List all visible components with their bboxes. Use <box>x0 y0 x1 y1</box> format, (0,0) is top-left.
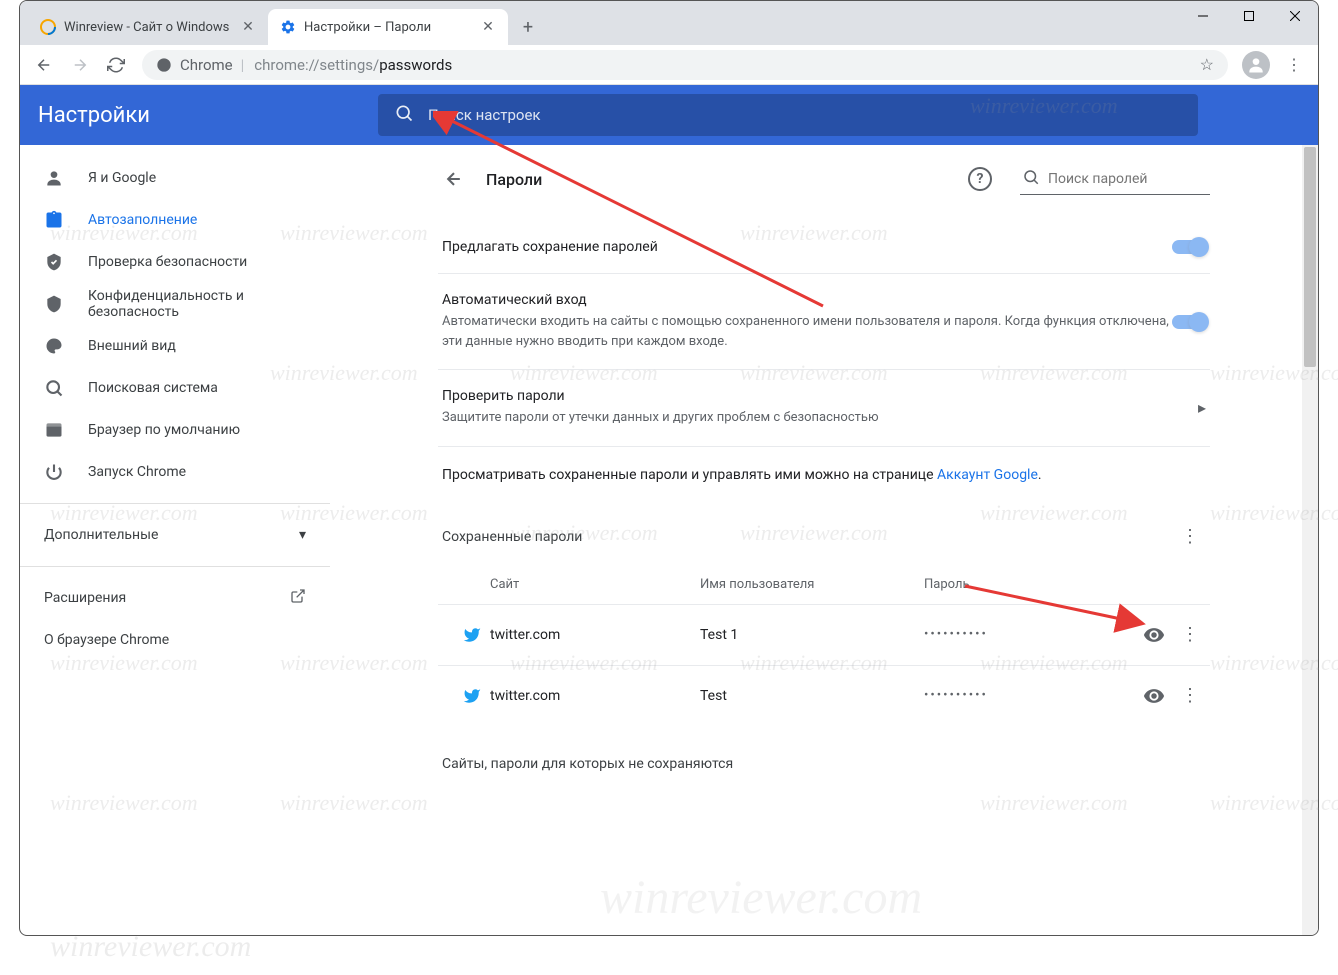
saved-passwords-title: Сохраненные пароли <box>442 529 1174 545</box>
back-button[interactable] <box>438 163 470 195</box>
toggle-offer-save[interactable] <box>1172 240 1206 254</box>
show-password-button[interactable] <box>1134 624 1174 646</box>
chevron-down-icon: ▾ <box>299 527 306 543</box>
manage-info: Просматривать сохраненные пароли и управ… <box>438 447 1210 503</box>
nav-forward[interactable] <box>64 49 96 81</box>
section-title: Пароли <box>486 170 952 189</box>
shield-check-icon <box>44 252 64 272</box>
tab-title: Winreview - Сайт о Windows <box>64 20 232 35</box>
sidebar-item-label: Проверка безопасности <box>88 254 247 270</box>
chevron-right-icon: ▸ <box>1182 398 1206 417</box>
sidebar-item-default-browser[interactable]: Браузер по умолчанию <box>20 409 330 451</box>
password-table-header: Сайт Имя пользователя Пароль <box>438 565 1210 604</box>
scrollbar[interactable] <box>1302 145 1318 935</box>
favicon-settings <box>280 19 296 35</box>
sidebar-item-privacy[interactable]: Конфиденциальность и безопасность <box>20 283 330 325</box>
new-tab-button[interactable]: + <box>514 13 542 41</box>
window-close[interactable] <box>1272 1 1318 31</box>
sidebar: Я и Google Автозаполнение Проверка безоп… <box>20 145 330 935</box>
open-external-icon <box>290 588 306 608</box>
tab-title: Настройки – Пароли <box>304 20 472 35</box>
sidebar-about[interactable]: О браузере Chrome <box>20 619 330 661</box>
google-account-link[interactable]: Аккаунт Google <box>937 467 1038 483</box>
chrome-icon <box>156 57 172 73</box>
page-title: Настройки <box>38 103 358 128</box>
site-icon <box>454 626 490 644</box>
nav-back[interactable] <box>28 49 60 81</box>
sidebar-item-startup[interactable]: Запуск Chrome <box>20 451 330 493</box>
close-icon[interactable]: ✕ <box>480 19 496 35</box>
menu-button[interactable]: ⋮ <box>1278 49 1310 81</box>
profile-avatar[interactable] <box>1242 51 1270 79</box>
show-password-button[interactable] <box>1134 685 1174 707</box>
saved-passwords-menu[interactable]: ⋮ <box>1174 521 1206 553</box>
shield-icon <box>44 294 64 314</box>
password-search[interactable] <box>1020 164 1210 195</box>
toggle-auto-signin[interactable] <box>1172 315 1206 329</box>
never-save-title: Сайты, пароли для которых не сохраняются <box>438 726 1210 790</box>
password-search-input[interactable] <box>1048 171 1226 187</box>
titlebar: Winreview - Сайт о Windows ✕ Настройки –… <box>20 1 1318 45</box>
sidebar-item-autofill[interactable]: Автозаполнение <box>20 199 330 241</box>
password-row-menu[interactable]: ⋮ <box>1174 680 1206 712</box>
help-button[interactable]: ? <box>968 167 992 191</box>
password-row[interactable]: twitter.com Test 1 •••••••••• ⋮ <box>438 604 1210 665</box>
site-icon <box>454 687 490 705</box>
tab-settings[interactable]: Настройки – Пароли ✕ <box>268 9 508 45</box>
url-text: chrome://settings/passwords <box>254 56 452 74</box>
sidebar-item-label: Браузер по умолчанию <box>88 422 240 438</box>
sidebar-item-label: Я и Google <box>88 170 156 186</box>
nav-reload[interactable] <box>100 49 132 81</box>
tab-winreview[interactable]: Winreview - Сайт о Windows ✕ <box>28 9 268 45</box>
sidebar-item-label: Запуск Chrome <box>88 464 186 480</box>
omnibox[interactable]: Chrome | chrome://settings/passwords ☆ <box>142 50 1228 80</box>
setting-check-passwords[interactable]: Проверить пароли Защитите пароли от утеч… <box>438 370 1210 447</box>
search-icon <box>394 103 414 127</box>
window-maximize[interactable] <box>1226 1 1272 31</box>
window-minimize[interactable] <box>1180 1 1226 31</box>
password-row[interactable]: twitter.com Test •••••••••• ⋮ <box>438 665 1210 726</box>
palette-icon <box>44 336 64 356</box>
search-icon <box>1022 168 1040 190</box>
settings-search[interactable] <box>378 94 1198 136</box>
url-origin: Chrome <box>180 56 233 74</box>
favicon-winreview <box>40 19 56 35</box>
setting-offer-save[interactable]: Предлагать сохранение паролей <box>438 221 1210 274</box>
sidebar-item-label: Автозаполнение <box>88 212 197 228</box>
bookmark-icon[interactable]: ☆ <box>1200 55 1214 74</box>
sidebar-item-me-google[interactable]: Я и Google <box>20 157 330 199</box>
settings-search-input[interactable] <box>428 106 1182 124</box>
sidebar-item-appearance[interactable]: Внешний вид <box>20 325 330 367</box>
sidebar-item-label: Поисковая система <box>88 380 218 396</box>
sidebar-item-search[interactable]: Поисковая система <box>20 367 330 409</box>
power-icon <box>44 462 64 482</box>
person-icon <box>44 168 64 188</box>
search-icon <box>44 378 64 398</box>
close-icon[interactable]: ✕ <box>240 19 256 35</box>
sidebar-extensions[interactable]: Расширения <box>20 577 330 619</box>
sidebar-item-label: Конфиденциальность и безопасность <box>88 288 306 320</box>
sidebar-advanced[interactable]: Дополнительные ▾ <box>20 514 330 556</box>
browser-icon <box>44 420 64 440</box>
settings-header: Настройки <box>20 85 1318 145</box>
sidebar-item-label: Внешний вид <box>88 338 176 354</box>
password-row-menu[interactable]: ⋮ <box>1174 619 1206 651</box>
setting-auto-signin[interactable]: Автоматический вход Автоматически входит… <box>438 274 1210 370</box>
assignment-icon <box>44 210 64 230</box>
browser-toolbar: Chrome | chrome://settings/passwords ☆ ⋮ <box>20 45 1318 85</box>
sidebar-item-safety-check[interactable]: Проверка безопасности <box>20 241 330 283</box>
main-content: Пароли ? Предлагать сохранение паролей А… <box>330 145 1318 935</box>
